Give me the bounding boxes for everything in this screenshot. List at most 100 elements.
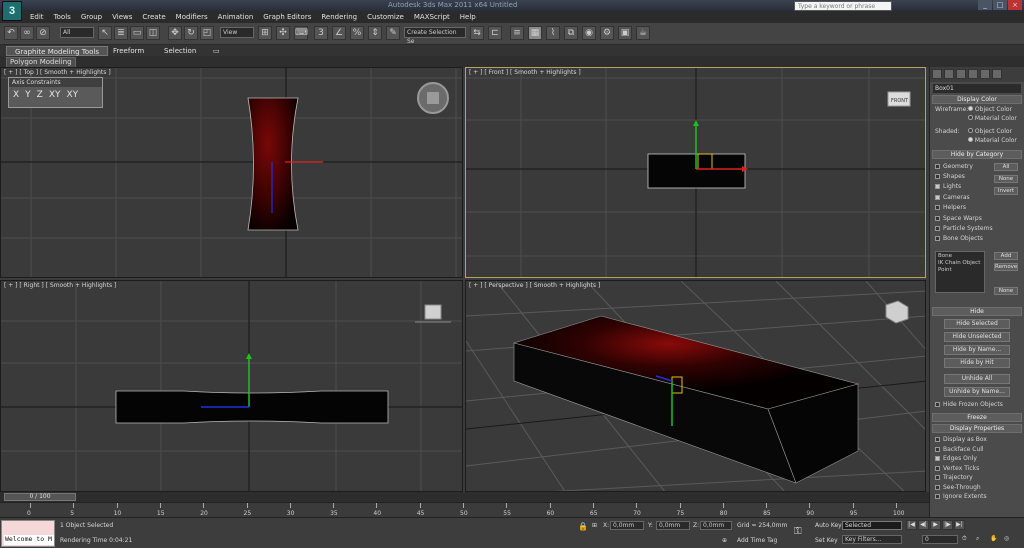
tab-freeform[interactable]: Freeform <box>105 46 152 56</box>
current-frame-field[interactable]: 0 <box>922 535 958 544</box>
window-crossing-icon[interactable]: ◫ <box>146 26 160 40</box>
curve-editor-icon[interactable]: ⌇ <box>546 26 560 40</box>
snaps-toggle-icon[interactable]: 3 <box>314 26 328 40</box>
link-icon[interactable]: ∞ <box>20 26 34 40</box>
maximize-icon[interactable]: □ <box>993 0 1007 10</box>
rollout-hide-by-category-header[interactable]: Hide by Category <box>932 150 1022 159</box>
hide-invert-button[interactable]: Invert <box>994 187 1018 195</box>
align-icon[interactable]: ⊏ <box>488 26 502 40</box>
modify-tab-icon[interactable] <box>944 69 954 79</box>
pan-icon[interactable]: ✋ <box>990 535 997 542</box>
display-prop-checkbox-backface-cull[interactable]: Backface Cull <box>935 445 1019 455</box>
selection-filter-dropdown[interactable]: All <box>60 27 94 38</box>
time-config-icon[interactable]: ⏱ <box>962 535 967 543</box>
key-icon[interactable]: ⚿ <box>794 526 802 537</box>
unlink-icon[interactable]: ⊘ <box>36 26 50 40</box>
hide-unselected-button[interactable]: Hide Unselected <box>944 332 1010 342</box>
viewport-perspective-label[interactable]: [ + ] [ Perspective ] [ Smooth + Highlig… <box>469 282 600 289</box>
category-checkbox-particle-systems[interactable]: Particle Systems <box>935 223 1019 233</box>
menu-item-customize[interactable]: Customize <box>367 13 404 21</box>
close-icon[interactable]: × <box>1008 0 1022 10</box>
reference-coord-dropdown[interactable]: View <box>220 27 254 38</box>
category-checkbox-helpers[interactable]: Helpers <box>935 203 1019 213</box>
edit-named-selection-icon[interactable]: ✎ <box>386 26 400 40</box>
key-filters-button[interactable]: Key Filters... <box>842 535 902 544</box>
wireframe-material-color-option[interactable]: Material Color <box>968 115 1017 122</box>
orbit-icon[interactable]: ◎ <box>1004 535 1009 542</box>
rollout-display-properties-header[interactable]: Display Properties <box>932 424 1022 433</box>
list-item[interactable]: Bone <box>938 253 982 260</box>
axis-xy-button[interactable]: XY <box>49 90 61 100</box>
display-prop-checkbox-edges-only[interactable]: Edges Only <box>935 454 1019 464</box>
hide-by-name-button[interactable]: Hide by Name... <box>944 345 1010 355</box>
pivot-icon[interactable]: ⊞ <box>258 26 272 40</box>
spinner-snap-icon[interactable]: ⇕ <box>368 26 382 40</box>
wireframe-object-color-option[interactable]: Object Color <box>968 106 1012 113</box>
lock-selection-icon[interactable]: 🔒 <box>578 522 588 531</box>
manipulate-icon[interactable]: ✣ <box>276 26 290 40</box>
z-coord-field[interactable]: 0,0mm <box>700 521 732 530</box>
add-time-tag[interactable]: Add Time Tag <box>737 537 777 544</box>
next-frame-icon[interactable]: |▶ <box>942 520 953 530</box>
remove-category-button[interactable]: Remove <box>994 263 1018 271</box>
maxscript-input[interactable]: Welcome to M <box>4 535 54 545</box>
render-production-icon[interactable]: ☕ <box>636 26 650 40</box>
hide-selected-button[interactable]: Hide Selected <box>944 319 1010 329</box>
viewport-front-label[interactable]: [ + ] [ Front ] [ Smooth + Highlights ] <box>469 69 581 76</box>
menu-item-tools[interactable]: Tools <box>54 13 71 21</box>
utilities-tab-icon[interactable] <box>992 69 1002 79</box>
time-slider-thumb[interactable]: 0 / 100 <box>4 493 76 501</box>
display-prop-checkbox-vertex-ticks[interactable]: Vertex Ticks <box>935 464 1019 474</box>
hide-category-listbox[interactable]: Bone IK Chain Object Point <box>935 251 985 293</box>
render-setup-icon[interactable]: ⚙ <box>600 26 614 40</box>
create-tab-icon[interactable] <box>932 69 942 79</box>
hierarchy-tab-icon[interactable] <box>956 69 966 79</box>
auto-key-button[interactable]: Auto Key <box>815 522 842 529</box>
hide-by-hit-button[interactable]: Hide by Hit <box>944 358 1010 368</box>
hide-all-button[interactable]: All <box>994 163 1018 171</box>
go-to-start-icon[interactable]: |◀ <box>906 520 917 530</box>
rollout-hide-header[interactable]: Hide <box>932 307 1022 316</box>
previous-frame-icon[interactable]: ◀| <box>918 520 929 530</box>
menu-item-help[interactable]: Help <box>460 13 476 21</box>
viewport-right[interactable]: [ + ] [ Right ] [ Smooth + Highlights ] <box>0 280 463 492</box>
hide-frozen-objects-checkbox[interactable]: Hide Frozen Objects <box>935 399 1019 409</box>
search-input[interactable]: Type a keyword or phrase <box>794 1 892 11</box>
mirror-icon[interactable]: ⇆ <box>470 26 484 40</box>
named-selection-dropdown[interactable]: Create Selection Se <box>404 27 466 45</box>
axis-z-button[interactable]: Z <box>37 90 43 100</box>
maxscript-listener[interactable]: Welcome to M <box>1 520 55 547</box>
keyboard-shortcut-icon[interactable]: ⌨ <box>294 26 308 40</box>
menu-item-create[interactable]: Create <box>142 13 165 21</box>
time-slider[interactable]: 0 / 100 <box>0 492 929 502</box>
viewcube-perspective-icon[interactable] <box>885 300 909 324</box>
category-checkbox-space-warps[interactable]: Space Warps <box>935 213 1019 223</box>
display-prop-checkbox-see-through[interactable]: See-Through <box>935 483 1019 493</box>
app-logo-icon[interactable]: 3 <box>2 1 22 21</box>
undo-icon[interactable]: ↶ <box>4 26 18 40</box>
display-prop-checkbox-display-as-box[interactable]: Display as Box <box>935 435 1019 445</box>
rendered-frame-icon[interactable]: ▣ <box>618 26 632 40</box>
rotate-icon[interactable]: ↻ <box>184 26 198 40</box>
play-icon[interactable]: ▶ <box>930 520 941 530</box>
key-mode-dropdown[interactable]: Selected <box>842 521 902 530</box>
menu-item-modifiers[interactable]: Modifiers <box>176 13 208 21</box>
move-icon[interactable]: ✥ <box>168 26 182 40</box>
menu-item-views[interactable]: Views <box>112 13 132 21</box>
schematic-view-icon[interactable]: ⧉ <box>564 26 578 40</box>
axis-y-button[interactable]: Y <box>25 90 31 100</box>
shaded-material-color-option[interactable]: Material Color <box>968 137 1017 144</box>
y-coord-field[interactable]: 0,0mm <box>656 521 690 530</box>
select-by-name-icon[interactable]: ≣ <box>114 26 128 40</box>
viewcube-front-icon[interactable]: FRONT <box>887 91 911 107</box>
rect-selection-icon[interactable]: ▭ <box>130 26 144 40</box>
ribbon-minimize-icon[interactable]: ▭ <box>210 46 223 56</box>
tab-graphite-modeling-tools[interactable]: Graphite Modeling Tools <box>6 46 109 56</box>
hide-none-button[interactable]: None <box>994 175 1018 183</box>
unhide-by-name-button[interactable]: Unhide by Name... <box>944 387 1010 397</box>
menu-item-graph-editors[interactable]: Graph Editors <box>263 13 311 21</box>
axis-xy-cycle-button[interactable]: XY <box>67 90 79 100</box>
shaded-object-color-option[interactable]: Object Color <box>968 128 1012 135</box>
x-coord-field[interactable]: 0,0mm <box>610 521 644 530</box>
percent-snap-icon[interactable]: % <box>350 26 364 40</box>
